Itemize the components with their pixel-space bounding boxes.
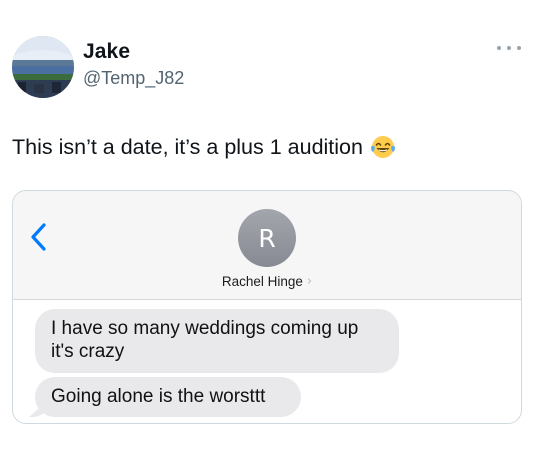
messages-header: R Rachel Hinge › [13,191,521,300]
tweet-text: This isn’t a date, it’s a plus 1 auditio… [12,134,396,160]
more-options-button[interactable] [497,40,521,56]
back-chevron-icon [27,221,51,253]
more-dot-icon [497,46,501,50]
tweet-text-content: This isn’t a date, it’s a plus 1 auditio… [12,134,363,159]
chevron-right-icon: › [306,274,313,289]
face-with-tears-of-joy-icon [370,134,396,160]
author-handle[interactable]: @Temp_J82 [83,68,184,89]
more-dot-icon [517,46,521,50]
stadium-photo-icon [12,36,74,98]
contact-name-row: Rachel Hinge › [13,274,521,289]
contact-name: Rachel Hinge [221,274,303,289]
author-display-name[interactable]: Jake [83,40,130,64]
contact-avatar: R [238,209,296,267]
received-message-bubble: Going alone is the worsttt [35,377,301,417]
profile-avatar[interactable] [12,36,74,98]
attached-image[interactable]: R Rachel Hinge › I have so many weddings… [12,190,522,424]
more-dot-icon [507,46,511,50]
received-message-bubble: I have so many weddings coming up it's c… [35,309,399,373]
